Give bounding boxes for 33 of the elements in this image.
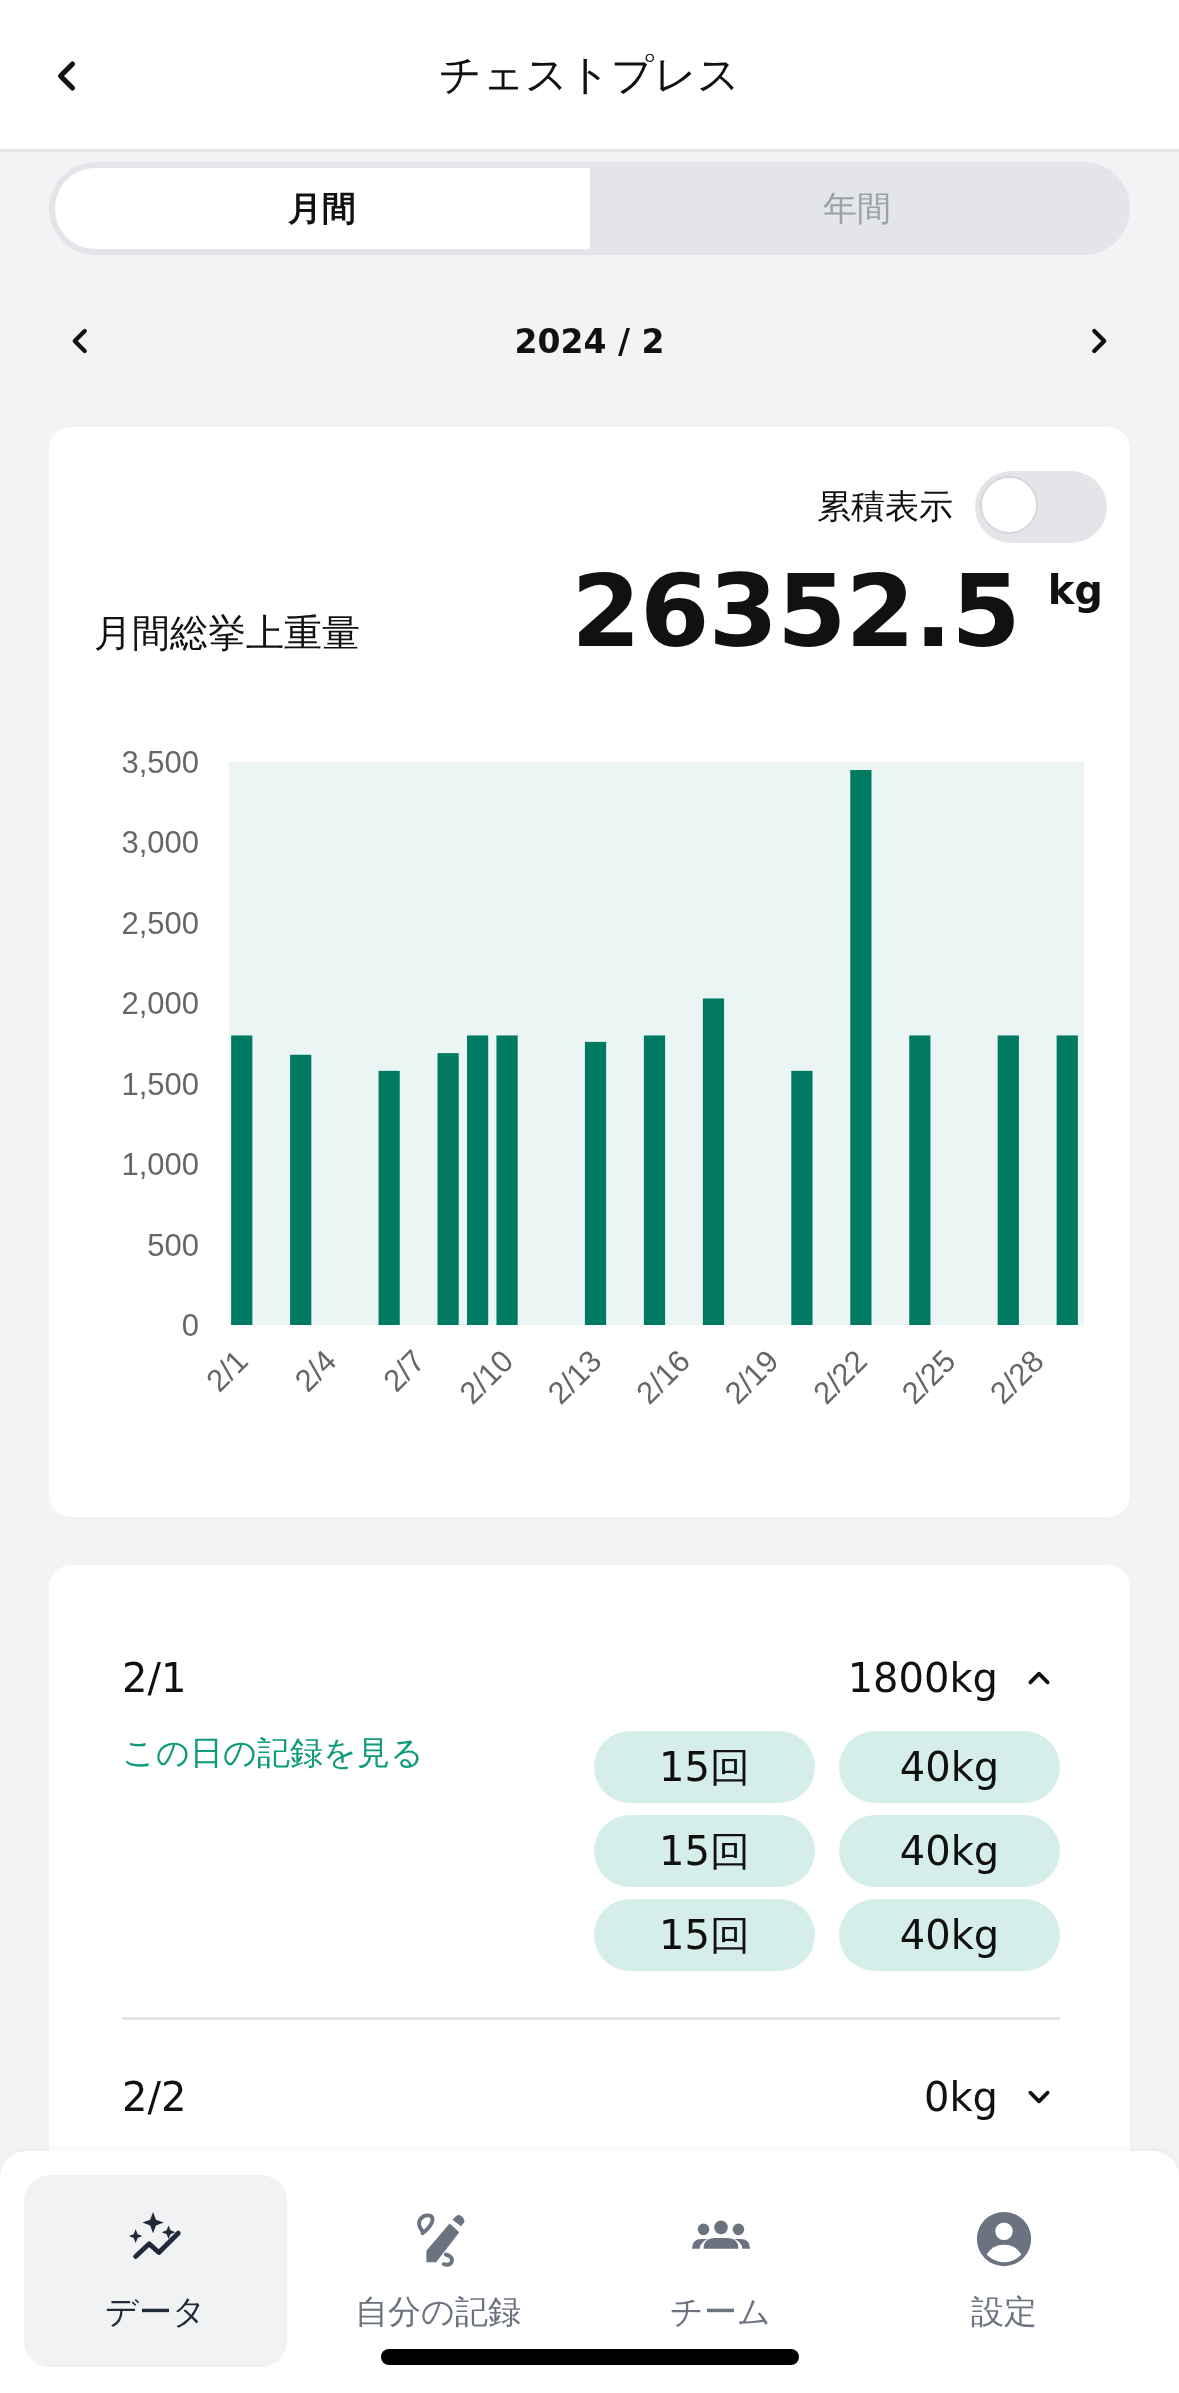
reps-pill: 15回 [594,1899,815,1971]
day-date: 2/1 [122,1655,188,1701]
y-tick-label: 1,000 [121,1147,199,1183]
weight-pill: 40kg [839,1815,1060,1887]
month-label: 2024 / 2 [514,321,665,361]
nav-tab[interactable]: 設定 [872,2175,1135,2367]
weight-pill: 40kg [839,1899,1060,1971]
nav-tab[interactable]: データ [24,2175,287,2367]
screen-title: チェストプレス [439,48,740,101]
y-tick-label: 3,500 [121,745,199,780]
x-tick-label: 2/1 [199,1343,255,1399]
day-record-link[interactable]: この日の記録を見る [122,1731,594,1776]
day-date: 2/2 [122,2074,188,2120]
unit-label: kg [1047,567,1103,613]
day-total: 0kg [924,2074,998,2120]
y-tick-label: 3,000 [121,825,199,861]
cumulative-label: 累積表示 [817,485,953,528]
reps-pill: 15回 [594,1731,815,1803]
x-tick-label: 2/7 [376,1343,432,1399]
y-tick-label: 2,500 [121,905,199,941]
y-tick-label: 500 [147,1227,199,1263]
nav-tab[interactable]: チーム [589,2175,853,2367]
period-tab[interactable]: 月間 [55,168,590,249]
y-tick-label: 1,500 [121,1066,199,1102]
total-label: 月間総挙上重量 [93,610,361,657]
total-value: 26352.5 [571,553,1020,670]
nav-tab[interactable]: 自分の記録 [306,2175,570,2367]
reps-pill: 15回 [594,1815,815,1887]
x-tick-label: 2/4 [287,1343,344,1399]
weight-pill: 40kg [839,1731,1060,1803]
day-total: 1800kg [847,1655,998,1701]
y-tick-label: 2,000 [121,986,199,1022]
y-tick-label: 0 [181,1308,199,1343]
